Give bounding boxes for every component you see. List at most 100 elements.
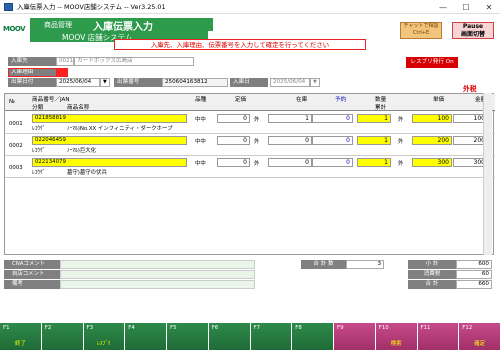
memo-label: 備考 — [4, 280, 60, 289]
fkey-number: F9 — [337, 325, 344, 331]
reserve-field: 0 — [312, 136, 353, 145]
fkey-number: F11 — [420, 325, 431, 331]
grid-scrollbar[interactable] — [483, 93, 492, 255]
own-comment-field[interactable] — [60, 270, 255, 279]
tax-label: 消費税 — [408, 270, 456, 279]
fixed-price-field[interactable]: 0 — [217, 136, 250, 145]
price-tax-type: 外 — [398, 161, 404, 167]
subtotal-value: 600 — [456, 260, 492, 269]
qty-field[interactable]: 1 — [357, 158, 391, 167]
f9-button[interactable]: F9 — [334, 323, 375, 350]
slip-label: 出票番号 — [114, 78, 162, 87]
fixed-price-field[interactable]: 0 — [217, 158, 250, 167]
fkey-number: F10 — [378, 325, 389, 331]
table-row[interactable]: 0001 021858819 ﾚｺｳｹﾞ ﾉｰﾏﾙ)No.XX インフィニティ・… — [5, 112, 495, 134]
row-cat: ﾚｺｳｹﾞ — [32, 126, 46, 132]
row-cat: ﾚｺｳｹﾞ — [32, 170, 46, 176]
fkey-number: F3 — [86, 325, 94, 331]
col-name: 商品名称 — [67, 105, 90, 111]
stock-field: 1 — [268, 114, 312, 123]
fkey-number: F5 — [170, 325, 177, 331]
window-titlebar: 入庫伝票入力 -- MOOV店舗システム -- Ver3.25.01 — ☐ ✕ — [0, 0, 500, 14]
row-cat: ﾚｺｳｹﾞ — [32, 148, 46, 154]
date-field[interactable]: 2025/06/04 — [56, 78, 100, 87]
tax-type: 外 — [254, 161, 260, 167]
unit-price-field[interactable]: 100 — [412, 114, 452, 123]
f10-button[interactable]: F10 検索 — [375, 323, 417, 350]
close-button[interactable]: ✕ — [478, 0, 500, 14]
tax-value: 60 — [456, 270, 492, 279]
table-row[interactable]: 0003 022134079 ﾚｺｳｹﾞ 墓守)墓守の伏兵 中中 0 外 0 0… — [5, 156, 495, 178]
f2-button[interactable]: F2 — [41, 323, 83, 350]
f5-button[interactable]: F5 — [167, 323, 208, 350]
fkey-label: 確定 — [474, 341, 486, 347]
f11-button[interactable]: F11 — [417, 323, 459, 350]
f8-button[interactable]: F8 — [292, 323, 333, 350]
tax-type: 外 — [254, 117, 260, 123]
reserve-field: 0 — [312, 158, 353, 167]
fkey-number: F12 — [462, 325, 473, 331]
date-label: 出票日付 — [8, 78, 56, 87]
jan-field[interactable]: 022134079 — [32, 158, 187, 167]
f4-button[interactable]: F4 — [125, 323, 166, 350]
slip-number-field[interactable]: 250604163812 — [162, 78, 228, 87]
f12-button[interactable]: F12 確定 — [459, 323, 500, 350]
f7-button[interactable]: F7 — [250, 323, 292, 350]
col-quality: 品種 — [195, 97, 207, 103]
price-tax-type: 外 — [398, 139, 404, 145]
col-cat: 分類 — [32, 105, 44, 111]
chevron-down-icon: ▼ — [103, 79, 107, 85]
fkey-label: ﾚｽﾌﾞﾘ — [97, 341, 111, 347]
chat-consult-button[interactable]: チャットで相談 Ctrl+E — [400, 22, 442, 39]
count-value: 3 — [346, 260, 384, 269]
qty-field[interactable]: 1 — [357, 114, 391, 123]
row-name: ﾉｰﾏﾙ)No.XX インフィニティ・ダークホープ — [67, 126, 173, 132]
in-date-field[interactable]: 2025/06/04 — [270, 78, 310, 87]
jan-field[interactable]: 021858819 — [32, 114, 187, 123]
table-row[interactable]: 0002 022046459 ﾚｺｳｹﾞ ﾉｰﾏﾙ)巨大化 中中 0 外 0 0… — [5, 134, 495, 156]
unit-price-field[interactable]: 300 — [412, 158, 452, 167]
qty-field[interactable]: 1 — [357, 136, 391, 145]
stock-field: 0 — [268, 158, 312, 167]
f3-button[interactable]: F3 ﾚｽﾌﾞﾘ — [83, 323, 125, 350]
row-no: 0003 — [9, 165, 23, 171]
own-comment-label: 自店コメント — [4, 270, 60, 279]
instruction-message: 入庫先、入庫理由、伝票番号を入力して確定を行ってください — [114, 39, 366, 50]
unit-price-field[interactable]: 200 — [412, 136, 452, 145]
col-cum: 累計 — [375, 105, 387, 111]
footer-panel: CNAコメント 自店コメント 備考 合 計 数 3 小 計 600 消費税 60… — [4, 256, 494, 290]
fkey-label: 検索 — [390, 341, 402, 347]
chat-label: チャットで相談 — [403, 23, 439, 29]
fkey-label: 終了 — [14, 341, 26, 347]
window-title: 入庫伝票入力 -- MOOV店舗システム -- Ver3.25.01 — [17, 3, 166, 11]
total-value: 660 — [456, 280, 492, 289]
in-date-dropdown[interactable]: ▼ — [310, 78, 320, 87]
total-label: 合 計 — [408, 280, 456, 289]
col-code: 商品番号／JAN — [32, 97, 70, 103]
fkey-number: F1 — [3, 325, 10, 331]
f6-button[interactable]: F6 — [208, 323, 250, 350]
items-grid: № 商品番号／JAN 分類 商品名称 品種 定価 在庫 予約 数量 累計 単価 … — [4, 93, 495, 255]
warehouse-name-field[interactable]: カードボックス広島店 — [74, 57, 194, 66]
fkey-number: F8 — [295, 325, 302, 331]
row-no: 0002 — [9, 143, 23, 149]
in-date-label: 入庫日 — [230, 78, 268, 87]
minimize-button[interactable]: — — [432, 0, 454, 14]
function-key-bar: F1 終了 F2 F3 ﾚｽﾌﾞﾘ F4 F5 F6 F7 F8 F9 F10 検索 … — [0, 323, 500, 350]
row-no: 0001 — [9, 121, 23, 127]
f1-button[interactable]: F1 終了 — [0, 323, 41, 350]
warehouse-code-field[interactable]: 0021 — [56, 57, 74, 66]
pause-button[interactable]: Pause 画面切替 — [452, 22, 494, 39]
cna-comment-field[interactable] — [60, 260, 255, 269]
jan-field[interactable]: 022046459 — [32, 136, 187, 145]
col-reserve: 予約 — [335, 97, 347, 103]
fkey-number: F6 — [211, 325, 219, 331]
fixed-price-field[interactable]: 0 — [217, 114, 250, 123]
fkey-number: F2 — [44, 325, 52, 331]
col-fixed: 定価 — [235, 97, 247, 103]
maximize-button[interactable]: ☐ — [455, 0, 477, 14]
reserve-field: 0 — [312, 114, 353, 123]
date-dropdown[interactable]: ▼ — [100, 78, 110, 87]
memo-field[interactable] — [60, 280, 255, 289]
row-grade: 中中 — [195, 117, 206, 123]
